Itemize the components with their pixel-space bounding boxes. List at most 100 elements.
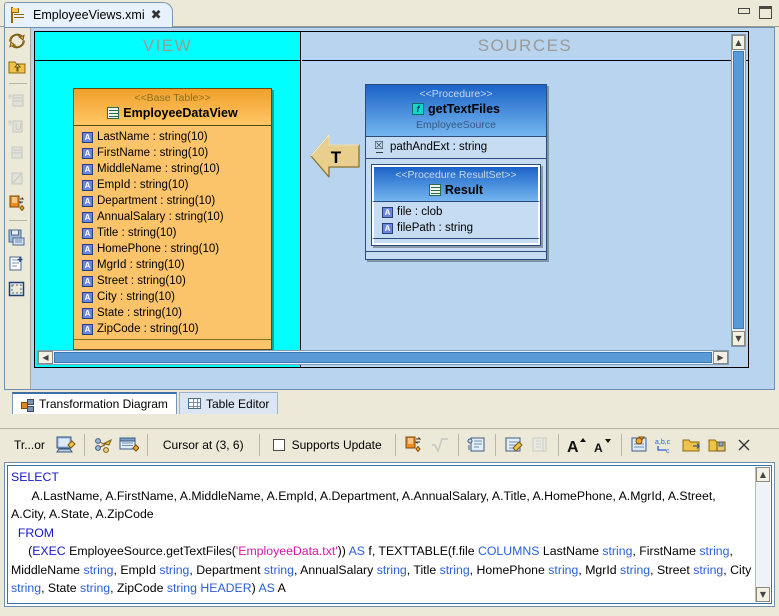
edit-transformation-icon[interactable] (53, 432, 79, 458)
base-table-attribute[interactable]: AMiddleName : string(10) (78, 161, 271, 177)
editor-bottom-tabs: Transformation Diagram Table Editor (4, 392, 775, 414)
base-table-attribute[interactable]: AFirstName : string(10) (78, 145, 271, 161)
save-diagram-icon[interactable] (5, 224, 29, 250)
scroll-up-icon[interactable]: ▲ (732, 35, 745, 50)
select-marquee-icon[interactable] (5, 276, 29, 302)
sql-editor-textarea[interactable]: SELECT A.LastName, A.FirstName, A.Middle… (11, 468, 753, 601)
base-table-attribute[interactable]: ATitle : string(10) (78, 225, 271, 241)
close-icon[interactable]: ✖ (151, 9, 162, 22)
reconcile-transformation-icon[interactable] (5, 191, 29, 217)
diagram-canvas[interactable]: VIEW <<Base Table>> EmployeeDataView ALa… (34, 31, 749, 368)
editor-tab-employeeviews[interactable]: EmployeeViews.xmi ✖ (4, 2, 173, 27)
new-page-icon[interactable] (5, 250, 29, 276)
base-table-attribute-label: MgrId : string(10) (97, 259, 185, 271)
remove-source-icon[interactable] (5, 139, 29, 165)
base-table-attribute[interactable]: AEmpId : string(10) (78, 177, 271, 193)
refresh-icon[interactable] (5, 28, 29, 54)
uml-procedure-gettextfiles[interactable]: <<Procedure>> f getTextFiles EmployeeSou… (365, 84, 547, 260)
scroll-right-icon[interactable]: ▶ (713, 351, 728, 364)
sql-token: 'EmployeeData.txt' (236, 544, 338, 558)
base-table-attributes: ALastName : string(10)AFirstName : strin… (74, 126, 271, 339)
base-table-attribute[interactable]: AStreet : string(10) (78, 273, 271, 289)
svg-text:c: c (666, 448, 670, 454)
base-table-attribute-label: HomePhone : string(10) (97, 243, 219, 255)
sql-token: , AnnualSalary (294, 563, 377, 577)
toolbar-divider-5 (458, 434, 459, 456)
base-table-footer (74, 339, 271, 349)
open-parent-folder-icon[interactable] (5, 54, 29, 80)
reconcile-sql-icon[interactable] (401, 432, 427, 458)
base-table-attribute[interactable]: ALastName : string(10) (78, 129, 271, 145)
procedure-footer (366, 251, 546, 259)
transformation-arrow-icon[interactable]: T (309, 127, 361, 185)
close-icon[interactable] (731, 432, 757, 458)
base-table-attribute[interactable]: ADepartment : string(10) (78, 193, 271, 209)
scroll-down-icon[interactable]: ▼ (756, 587, 770, 602)
diagram-editor-frame: U (4, 27, 775, 390)
maximize-icon[interactable] (758, 5, 771, 16)
canvas-vertical-scrollbar[interactable]: ▲ ▼ (731, 34, 746, 347)
base-table-header: <<Base Table>> EmployeeDataView (74, 89, 271, 126)
base-table-attribute[interactable]: ACity : string(10) (78, 289, 271, 305)
sql-line: FROM (11, 524, 753, 543)
find-replace-icon[interactable]: a,b,c c (653, 432, 679, 458)
uml-base-table-employeedataview[interactable]: <<Base Table>> EmployeeDataView ALastNam… (73, 88, 272, 350)
increase-font-icon[interactable]: A (564, 432, 590, 458)
scroll-left-icon[interactable]: ◀ (38, 351, 53, 364)
supports-update-checkbox[interactable] (273, 439, 285, 451)
decrease-font-icon[interactable]: A (590, 432, 616, 458)
procedure-model-name: EmployeeSource (416, 119, 496, 131)
sql-token: LastName (539, 544, 602, 558)
sql-token: string (264, 563, 294, 577)
open-editor-icon[interactable] (679, 432, 705, 458)
sql-editor-panel: SELECT A.LastName, A.FirstName, A.Middle… (4, 462, 775, 607)
preview-data-icon[interactable] (116, 432, 142, 458)
sql-token: )) (338, 544, 349, 558)
result-set-name-row: Result (374, 182, 538, 198)
sql-templates-icon[interactable] (464, 432, 490, 458)
scroll-up-icon[interactable]: ▲ (756, 467, 770, 482)
result-set-column[interactable]: Afile : clob (378, 204, 538, 220)
base-table-attribute[interactable]: AAnnualSalary : string(10) (78, 209, 271, 225)
tab-transformation-diagram[interactable]: Transformation Diagram (12, 392, 177, 414)
base-table-attribute[interactable]: AState : string(10) (78, 305, 271, 321)
scroll-down-icon[interactable]: ▼ (732, 331, 745, 346)
uml-result-set-result[interactable]: <<Procedure ResultSet>> Result Afile : c… (371, 164, 541, 246)
base-table-attribute-label: ZipCode : string(10) (97, 323, 199, 335)
toolbar-divider-1 (84, 434, 85, 456)
transformation-toolbar-title: Tr...or (0, 438, 53, 452)
base-table-attribute[interactable]: A MgrId : string(10) (78, 257, 271, 273)
import-sql-icon[interactable] (705, 432, 731, 458)
horizontal-scroll-thumb[interactable] (54, 352, 712, 363)
supports-update-checkbox-group[interactable]: Supports Update (265, 438, 390, 452)
add-transformation-source-icon[interactable] (5, 87, 29, 113)
show-sql-icon[interactable] (527, 432, 553, 458)
expand-select-icon[interactable] (90, 432, 116, 458)
vertical-scroll-thumb[interactable] (733, 51, 744, 329)
tab-table-editor[interactable]: Table Editor (179, 392, 278, 414)
canvas-horizontal-scrollbar[interactable]: ◀ ▶ (37, 350, 729, 365)
minimize-icon[interactable] (737, 5, 750, 16)
result-set-column[interactable]: AfilePath : string (378, 220, 538, 236)
result-set-columns: Afile : clobAfilePath : string (372, 202, 540, 238)
sql-vertical-scrollbar[interactable]: ▲ ▼ (755, 467, 770, 602)
table-icon (107, 107, 119, 119)
attribute-icon: A (382, 223, 393, 234)
parameter-icon (374, 141, 386, 153)
grid-icon (188, 398, 201, 409)
procedure-parameters: pathAndExt : string (366, 137, 546, 159)
cursor-position-status: Cursor at (3, 6) (153, 438, 254, 452)
base-table-attribute[interactable]: AZipCode : string(10) (78, 321, 271, 337)
edit-criteria-icon[interactable] (501, 432, 527, 458)
add-union-source-icon[interactable]: U (5, 113, 29, 139)
sql-token: , Title (407, 563, 440, 577)
sql-token: , City (723, 563, 753, 577)
validate-sql-icon[interactable] (427, 432, 453, 458)
attribute-icon: A (82, 244, 93, 255)
attribute-icon: A (82, 260, 93, 271)
procedure-parameter-label: pathAndExt : string (390, 141, 487, 153)
insert-element-icon[interactable] (627, 432, 653, 458)
base-table-attribute[interactable]: A HomePhone : string(10) (78, 241, 271, 257)
clear-sources-icon[interactable] (5, 165, 29, 191)
diagram-column-view: VIEW <<Base Table>> EmployeeDataView ALa… (35, 32, 301, 367)
